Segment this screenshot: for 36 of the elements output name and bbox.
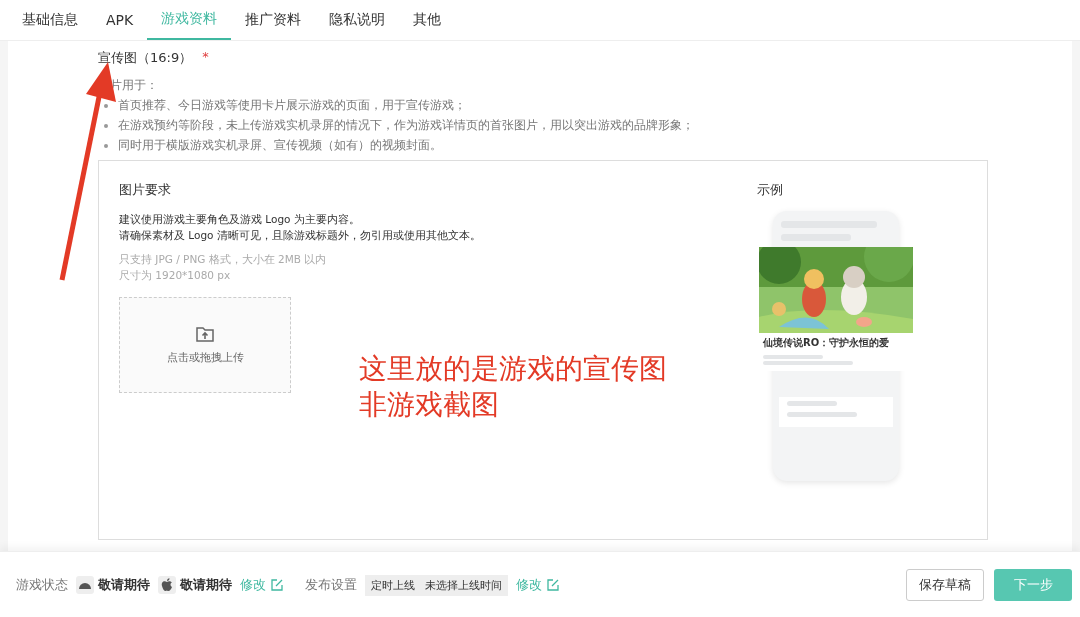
usage-item: 首页推荐、今日游戏等使用卡片展示游戏的页面，用于宣传游戏； <box>118 97 466 114</box>
format-hint: 尺寸为 1920*1080 px <box>119 268 232 283</box>
publish-label: 发布设置 <box>305 576 357 594</box>
requirement-text: 请确保素材及 Logo 清晰可见，且除游戏标题外，勿引用或使用其他文本。 <box>119 228 482 243</box>
tab[interactable]: APK <box>92 0 148 40</box>
upload-folder-icon <box>196 325 214 342</box>
edit-icon <box>271 579 283 591</box>
tab[interactable]: 其他 <box>399 0 456 40</box>
placeholder-bar <box>787 412 857 417</box>
required-mark: * <box>202 49 209 66</box>
tab[interactable]: 隐私说明 <box>315 0 400 40</box>
example-title: 示例 <box>757 181 784 199</box>
tab[interactable]: 基础信息 <box>8 0 92 40</box>
platform-status: 敬请期待 <box>98 576 150 594</box>
requirement-text: 建议使用游戏主要角色及游戏 Logo 为主要内容。 <box>119 212 361 227</box>
edit-icon <box>547 579 559 591</box>
bullet-icon <box>104 103 108 108</box>
placeholder-bar <box>787 401 837 406</box>
upload-area[interactable]: 点击或拖拽上传 <box>119 297 291 393</box>
save-draft-button[interactable]: 保存草稿 <box>906 569 984 601</box>
status-label: 游戏状态 <box>16 576 68 594</box>
game-card-title: 仙境传说RO：守护永恒的爱 <box>762 336 891 350</box>
requirements-title: 图片要求 <box>119 181 172 199</box>
apple-icon <box>158 576 176 594</box>
field-label: 宣传图（16:9） <box>98 49 193 67</box>
platform-status: 敬请期待 <box>180 576 232 594</box>
usage-item: 在游戏预约等阶段，未上传游戏实机录屏的情况下，作为游戏详情页的首张图片，用以突出游戏的品牌形象； <box>118 117 694 134</box>
bullet-icon <box>104 123 108 128</box>
usage-item: 同时用于横版游戏实机录屏、宣传视频（如有）的视频封面。 <box>118 137 442 154</box>
tab[interactable]: 推广资料 <box>231 0 316 40</box>
publish-tag: 定时上线 未选择上线时间 <box>365 574 508 596</box>
bullet-icon <box>104 143 108 148</box>
android-icon <box>76 576 94 594</box>
annotation-text: 这里放的是游戏的宣传图 <box>359 351 667 387</box>
format-hint: 只支持 JPG / PNG 格式，大小在 2MB 以内 <box>119 252 328 267</box>
annotation-text: 非游戏截图 <box>359 387 500 423</box>
